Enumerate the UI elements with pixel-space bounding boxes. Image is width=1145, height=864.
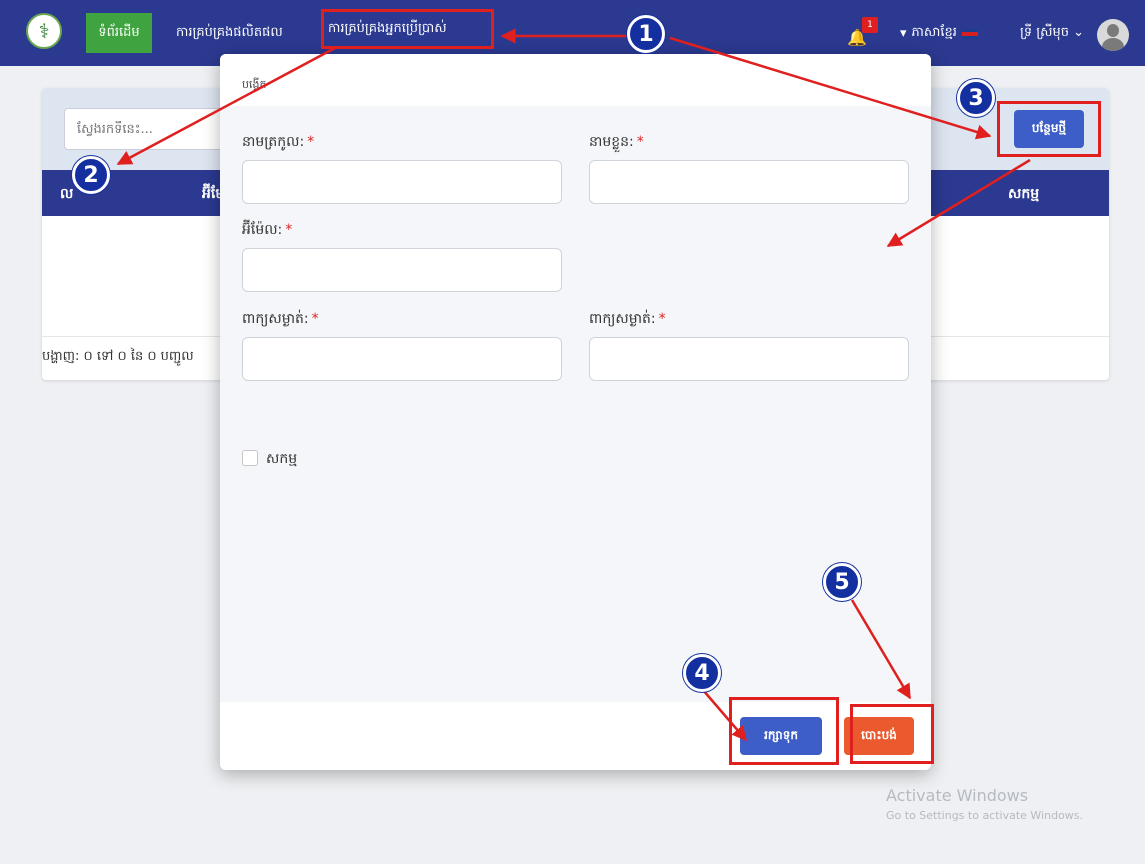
watermark-subtitle: Go to Settings to activate Windows. [886, 809, 1084, 822]
column-header-number: ល [60, 186, 74, 202]
user-menu[interactable]: ទ្រី ស្រីមុច ⌄ [1020, 24, 1084, 43]
confirm-password-field[interactable] [589, 337, 909, 381]
chevron-down-icon: ⌄ [1073, 25, 1085, 40]
caret-down-icon: ▾ [900, 26, 907, 41]
step-marker-4: 4 [683, 654, 721, 692]
windows-activation-watermark: Activate Windows Go to Settings to activ… [886, 786, 1083, 822]
step-marker-1: 1 [627, 15, 665, 53]
first-name-field[interactable] [589, 160, 909, 204]
highlight-cancel-button [850, 704, 934, 764]
language-dropdown[interactable]: ▾ ភាសាខ្មែរ [900, 24, 978, 43]
column-header-active: សកម្ម [1008, 186, 1040, 202]
notification-badge: 1 [862, 17, 878, 33]
pagination-summary: បង្ហាញ: ០ ទៅ ០ នៃ ០ បញ្ជូល [42, 349, 194, 364]
modal-body: នាមត្រកូល: * នាមខ្លួន: * អ៊ីម៉ែល: * ពាក្យសម… [220, 106, 931, 702]
language-label: ភាសាខ្មែរ [911, 25, 957, 40]
modal-title: បង្កើត [242, 78, 267, 91]
password-label: ពាក្យសម្ងាត់: * [242, 311, 319, 327]
highlight-add-button [997, 101, 1101, 157]
step-marker-5: 5 [823, 563, 861, 601]
highlight-save-button [729, 697, 839, 765]
user-name: ទ្រី ស្រីមុច [1020, 25, 1070, 40]
step-marker-3: 3 [957, 79, 995, 117]
modal-header: បង្កើត [220, 54, 931, 106]
nav-home[interactable]: ទំព័រដើម [86, 13, 152, 53]
email-field[interactable] [242, 248, 562, 292]
last-name-label: នាមត្រកូល: * [242, 134, 315, 150]
active-checkbox-label: សកម្ម [266, 451, 298, 467]
avatar[interactable] [1097, 19, 1129, 51]
confirm-password-label: ពាក្យសម្ងាត់: * [589, 311, 666, 327]
highlight-user-management [321, 9, 494, 49]
last-name-field[interactable] [242, 160, 562, 204]
first-name-label: នាមខ្លួន: * [589, 134, 644, 150]
ministry-logo-icon[interactable]: ⚕ [26, 13, 62, 49]
cambodia-flag-icon [961, 28, 978, 39]
create-user-modal: បង្កើត នាមត្រកូល: * នាមខ្លួន: * អ៊ីម៉ែល: * … [220, 54, 931, 770]
watermark-title: Activate Windows [886, 786, 1029, 805]
nav-product-management[interactable]: ការគ្រប់គ្រងផលិតផល [176, 13, 283, 53]
step-marker-2: 2 [72, 156, 110, 194]
email-label: អ៊ីម៉ែល: * [242, 222, 293, 238]
search-input[interactable] [64, 108, 234, 150]
active-checkbox[interactable] [242, 450, 258, 466]
password-field[interactable] [242, 337, 562, 381]
